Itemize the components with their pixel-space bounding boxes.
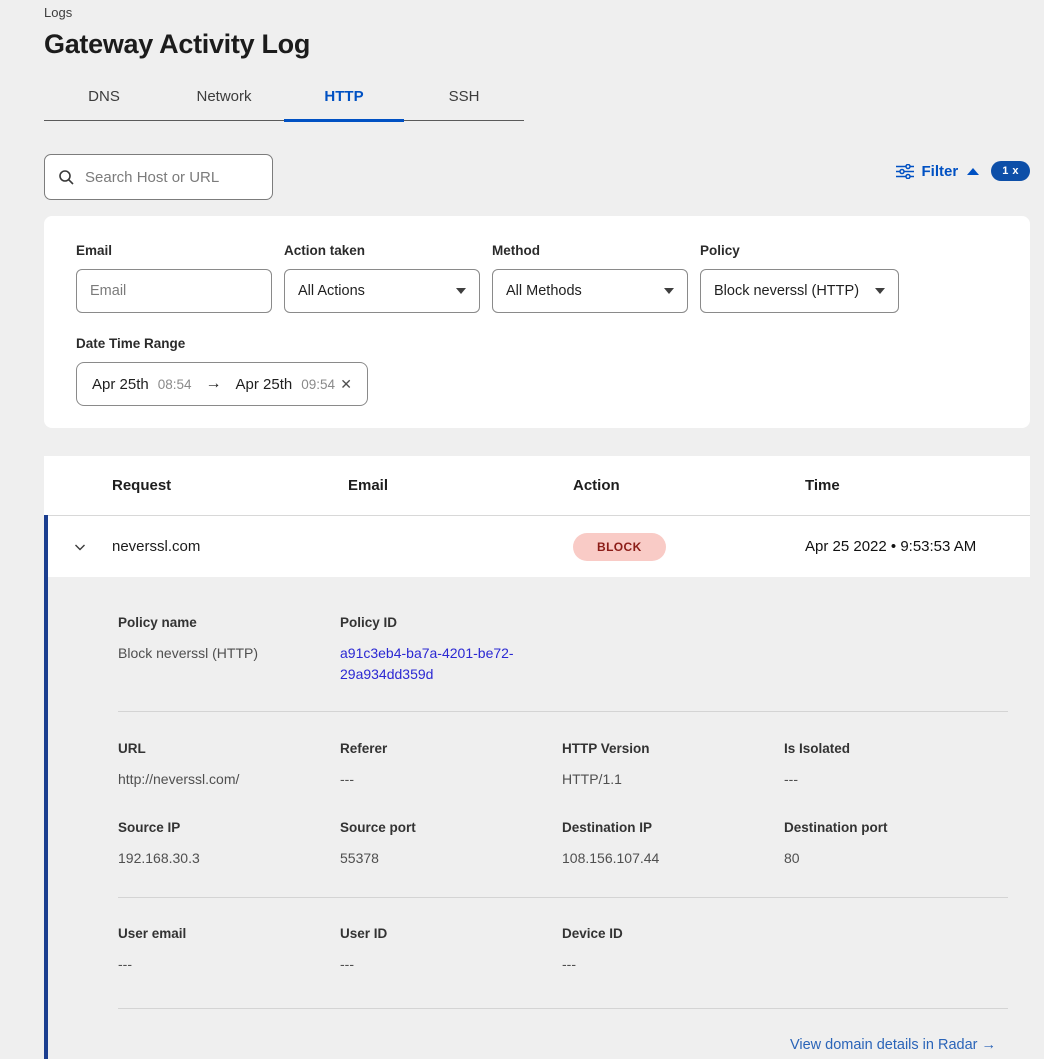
filter-field-method: Method All Methods — [492, 243, 688, 313]
policy-select[interactable]: Block neverssl (HTTP) — [700, 269, 899, 313]
detail-http-version: HTTP Version HTTP/1.1 — [562, 741, 784, 790]
search-input[interactable] — [85, 169, 259, 186]
method-value: All Methods — [506, 283, 582, 299]
detail-url: URL http://neverssl.com/ — [118, 741, 340, 790]
action-taken-label: Action taken — [284, 243, 480, 258]
policy-label: Policy — [700, 243, 899, 258]
detail-referer: Referer --- — [340, 741, 562, 790]
detail-destination-port: Destination port 80 — [784, 820, 1008, 869]
chevron-down-icon — [664, 288, 674, 294]
breadcrumb[interactable]: Logs — [44, 0, 1030, 20]
tab-ssh[interactable]: SSH — [404, 77, 524, 120]
row-time: Apr 25 2022 • 9:53:53 AM — [805, 538, 1030, 555]
detail-policy-name: Policy name Block neverssl (HTTP) — [118, 615, 340, 685]
divider — [118, 711, 1008, 712]
detail-policy-id: Policy ID a91c3eb4-ba7a-4201-be72-29a934… — [340, 615, 562, 685]
filter-field-policy: Policy Block neverssl (HTTP) — [700, 243, 899, 313]
col-header-action: Action — [573, 477, 805, 494]
chevron-down-icon[interactable] — [72, 539, 88, 555]
filter-panel: Email Action taken All Actions Method Al… — [44, 216, 1030, 428]
collapse-caret-icon[interactable] — [967, 168, 979, 175]
search-icon — [58, 169, 75, 186]
detail-source-ip: Source IP 192.168.30.3 — [118, 820, 340, 869]
divider — [118, 897, 1008, 898]
filter-count-badge[interactable]: 1 x — [991, 161, 1030, 181]
end-date[interactable]: Apr 25th — [236, 376, 293, 393]
expanded-row-container: neverssl.com BLOCK Apr 25 2022 • 9:53:53… — [44, 515, 1030, 1059]
col-header-time: Time — [805, 477, 1030, 494]
chevron-down-icon — [456, 288, 466, 294]
start-time[interactable]: 08:54 — [158, 377, 192, 392]
filter-field-email: Email — [76, 243, 272, 313]
policy-value: Block neverssl (HTTP) — [714, 283, 859, 299]
date-range-picker[interactable]: Apr 25th 08:54 → Apr 25th 09:54 ✕ — [76, 362, 368, 406]
action-taken-value: All Actions — [298, 283, 365, 299]
tab-bar: DNS Network HTTP SSH — [44, 77, 524, 121]
end-time[interactable]: 09:54 — [301, 377, 335, 392]
filter-button[interactable]: Filter — [922, 163, 959, 180]
activity-log-table: Request Email Action Time neverssl.com B… — [44, 456, 1030, 1059]
page-title: Gateway Activity Log — [44, 29, 1030, 60]
date-time-range-label: Date Time Range — [76, 336, 998, 351]
col-header-request: Request — [112, 477, 348, 494]
table-row[interactable]: neverssl.com BLOCK Apr 25 2022 • 9:53:53… — [48, 515, 1030, 577]
row-request: neverssl.com — [112, 538, 348, 555]
filter-controls: Filter 1 x — [896, 161, 1030, 181]
clear-date-range-icon[interactable]: ✕ — [340, 376, 352, 393]
detail-device-id: Device ID --- — [562, 926, 784, 975]
page-content: Logs Gateway Activity Log DNS Network HT… — [44, 0, 1030, 1059]
toolbar: Filter 1 x — [44, 154, 1030, 200]
email-label: Email — [76, 243, 272, 258]
col-header-email: Email — [348, 477, 573, 494]
action-taken-select[interactable]: All Actions — [284, 269, 480, 313]
policy-id-link[interactable]: a91c3eb4-ba7a-4201-be72-29a934dd359d — [340, 643, 545, 685]
detail-source-port: Source port 55378 — [340, 820, 562, 869]
chevron-down-icon — [875, 288, 885, 294]
status-badge: BLOCK — [573, 533, 666, 561]
start-date[interactable]: Apr 25th — [92, 376, 149, 393]
tab-http[interactable]: HTTP — [284, 77, 404, 120]
filter-field-action: Action taken All Actions — [284, 243, 480, 313]
tab-dns[interactable]: DNS — [44, 77, 164, 120]
detail-user-email: User email --- — [118, 926, 340, 975]
view-radar-link[interactable]: View domain details in Radar → — [790, 1037, 996, 1053]
arrow-right-icon: → — [206, 375, 222, 393]
method-select[interactable]: All Methods — [492, 269, 688, 313]
email-input[interactable] — [90, 283, 258, 299]
tab-network[interactable]: Network — [164, 77, 284, 120]
table-header: Request Email Action Time — [44, 456, 1030, 515]
filter-icon — [896, 164, 914, 179]
search-box[interactable] — [44, 154, 273, 200]
detail-destination-ip: Destination IP 108.156.107.44 — [562, 820, 784, 869]
row-detail-panel: Policy name Block neverssl (HTTP) Policy… — [48, 577, 1030, 1059]
method-label: Method — [492, 243, 688, 258]
detail-is-isolated: Is Isolated --- — [784, 741, 1008, 790]
detail-user-id: User ID --- — [340, 926, 562, 975]
